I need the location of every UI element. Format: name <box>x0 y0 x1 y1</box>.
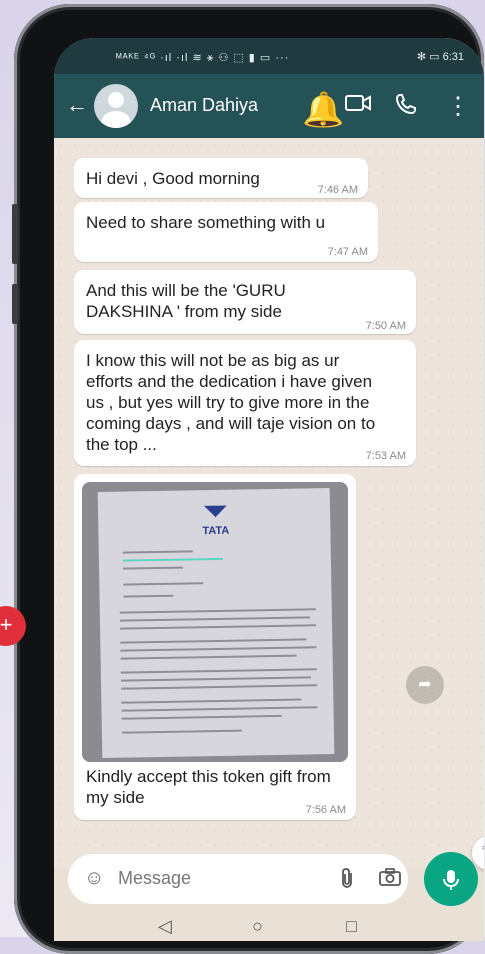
doc-line <box>120 638 307 644</box>
message-image[interactable]: ◥◤ TATA <box>82 482 348 762</box>
chat-header: ← Aman Dahiya 🔔 ⋮ <box>54 74 484 138</box>
message-time: 7:47 AM <box>327 246 368 258</box>
message-text: Hi devi , Good morning <box>86 169 260 188</box>
doc-line <box>119 616 310 622</box>
status-right: ✻ ▭ 6:31 <box>416 51 464 63</box>
doc-line <box>123 594 174 598</box>
nav-home-button[interactable]: ○ <box>252 916 263 937</box>
doc-line <box>121 684 318 690</box>
phone-icon[interactable] <box>394 92 418 122</box>
doc-line <box>120 654 297 660</box>
doc-line <box>119 608 316 614</box>
paperclip-icon[interactable] <box>340 867 356 894</box>
doc-line <box>123 566 184 570</box>
message-list: Hi devi , Good morning 7:46 AM Need to s… <box>54 138 484 868</box>
doc-line <box>122 550 193 554</box>
doc-line <box>120 668 317 674</box>
status-bar: ᴹᴬᴷᴱ ⁴ᴳ ·ıl ·ıl ≋ ⚹ ⚇ ⬚ ▮ ▭ ··· ✻ ▭ 6:31 <box>54 38 484 74</box>
bell-icon[interactable]: 🔔 <box>302 90 344 130</box>
message-text: And this will be the 'GURU DAKSHINA ' fr… <box>86 281 286 321</box>
power-button <box>12 284 18 324</box>
doc-line <box>120 676 311 682</box>
message-time: 7:53 AM <box>365 450 406 462</box>
message-bubble[interactable]: Hi devi , Good morning 7:46 AM <box>74 158 368 198</box>
doc-line <box>123 582 204 586</box>
message-bubble[interactable]: And this will be the 'GURU DAKSHINA ' fr… <box>74 270 416 334</box>
image-message-bubble[interactable]: ◥◤ TATA Kindly accept this token gift fr… <box>74 474 356 820</box>
message-composer: ☺ Message <box>68 854 408 904</box>
image-caption: Kindly accept this token gift from my si… <box>86 767 331 807</box>
doc-line <box>121 714 282 720</box>
doc-line <box>120 646 317 652</box>
phone-screen: ᴹᴬᴷᴱ ⁴ᴳ ·ıl ·ıl ≋ ⚹ ⚇ ⬚ ▮ ▭ ··· ✻ ▭ 6:31… <box>54 38 484 941</box>
nav-back-button[interactable]: ◁ <box>158 916 172 937</box>
tata-logo-mark: ◥◤ <box>204 501 227 519</box>
avatar[interactable] <box>94 84 138 128</box>
doc-line-highlight <box>122 557 223 562</box>
message-bubble[interactable]: Need to share something with u 7:47 AM <box>74 202 378 262</box>
emoji-icon[interactable]: ☺ <box>84 867 104 890</box>
contact-name[interactable]: Aman Dahiya <box>150 95 258 116</box>
avatar-body <box>101 111 131 128</box>
volume-button <box>12 204 18 264</box>
camera-icon[interactable] <box>378 867 402 892</box>
message-input[interactable]: Message <box>118 868 191 889</box>
video-call-icon[interactable] <box>344 92 372 120</box>
doc-line <box>120 624 317 630</box>
arrow-left-icon[interactable]: ← <box>66 92 88 118</box>
message-time: 7:50 AM <box>365 320 406 332</box>
message-text: I know this will not be as big as ur eff… <box>86 351 376 454</box>
phone-frame: ᴹᴬᴷᴱ ⁴ᴳ ·ıl ·ıl ≋ ⚹ ⚇ ⬚ ▮ ▭ ··· ✻ ▭ 6:31… <box>12 4 484 954</box>
doc-line <box>121 706 318 712</box>
message-bubble[interactable]: I know this will not be as big as ur eff… <box>74 340 416 466</box>
status-left: ᴹᴬᴷᴱ ⁴ᴳ ·ıl ·ıl ≋ ⚹ ⚇ ⬚ ▮ ▭ ··· <box>116 52 290 64</box>
tata-logo-text: TATA <box>202 524 230 538</box>
avatar-head <box>108 92 124 108</box>
message-time: 7:56 AM <box>305 804 346 816</box>
document-photo: ◥◤ TATA <box>97 487 335 759</box>
doc-line <box>121 729 242 734</box>
microphone-icon[interactable] <box>424 852 478 906</box>
doc-line <box>121 698 302 704</box>
tata-logo: ◥◤ TATA <box>202 500 230 542</box>
nav-recent-button[interactable]: □ <box>346 916 357 937</box>
more-vert-icon[interactable]: ⋮ <box>446 92 470 121</box>
message-time: 7:46 AM <box>317 184 358 196</box>
message-text: Need to share something with u <box>86 213 326 232</box>
forward-icon[interactable]: ➦ <box>406 666 444 704</box>
